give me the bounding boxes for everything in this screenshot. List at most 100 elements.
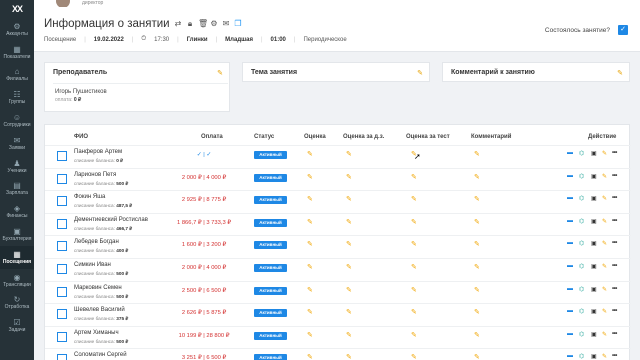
- student-name[interactable]: Марковин Семен: [74, 285, 122, 291]
- sidebar-item[interactable]: ♟ Ученики: [0, 155, 34, 178]
- paperclip-icon[interactable]: ⌬: [579, 353, 584, 360]
- col-header-comment[interactable]: Комментарий: [471, 134, 511, 140]
- more-icon[interactable]: •••: [612, 308, 617, 314]
- pencil-icon[interactable]: ✎: [346, 195, 352, 203]
- pencil-icon[interactable]: ✎: [307, 173, 313, 181]
- card-icon[interactable]: ▬: [567, 195, 573, 201]
- pencil-icon[interactable]: ✎: [474, 263, 480, 271]
- more-icon[interactable]: •••: [612, 218, 617, 224]
- pencil-icon[interactable]: ✎: [602, 331, 607, 338]
- student-name[interactable]: Симкин Иван: [74, 262, 111, 268]
- pencil-icon[interactable]: ✎: [411, 173, 417, 181]
- pencil-icon[interactable]: ✎: [307, 218, 313, 226]
- student-name[interactable]: Фокин Яша: [74, 194, 105, 200]
- pencil-icon[interactable]: ✎: [307, 240, 313, 248]
- message-icon[interactable]: ▣: [591, 308, 597, 315]
- col-header-name[interactable]: ФИО: [74, 134, 88, 140]
- paperclip-icon[interactable]: ⌬: [579, 286, 584, 293]
- pencil-icon[interactable]: ✎: [346, 218, 352, 226]
- pencil-icon[interactable]: ✎: [411, 353, 417, 360]
- col-header-payment[interactable]: Оплата: [201, 134, 223, 140]
- gear-icon[interactable]: ⚙: [210, 19, 218, 29]
- pencil-icon[interactable]: ✎: [602, 195, 607, 202]
- message-icon[interactable]: ▣: [591, 173, 597, 180]
- row-checkbox[interactable]: [57, 241, 67, 252]
- row-checkbox[interactable]: [57, 151, 67, 161]
- card-icon[interactable]: ▬: [567, 150, 573, 156]
- pencil-icon[interactable]: ✎: [307, 331, 313, 339]
- pencil-icon[interactable]: ✎: [417, 69, 423, 77]
- paperclip-icon[interactable]: ⌬: [579, 308, 584, 315]
- pencil-icon[interactable]: ✎: [474, 173, 480, 181]
- sidebar-item[interactable]: ☷ Группы: [0, 86, 34, 109]
- more-icon[interactable]: •••: [612, 195, 617, 201]
- row-checkbox[interactable]: [57, 286, 67, 297]
- pencil-icon[interactable]: ✎: [346, 150, 352, 158]
- sidebar-item[interactable]: ⌂ Филиалы: [0, 64, 34, 87]
- paperclip-icon[interactable]: ⌬: [579, 173, 584, 180]
- more-icon[interactable]: •••: [612, 173, 617, 179]
- pencil-icon[interactable]: ✎: [307, 353, 313, 360]
- transfer-icon[interactable]: ⇄: [174, 19, 182, 29]
- pencil-icon[interactable]: ✎: [346, 331, 352, 339]
- pencil-icon[interactable]: ✎: [474, 195, 480, 203]
- pencil-icon[interactable]: ✎: [411, 331, 417, 339]
- pencil-icon[interactable]: ✎: [411, 286, 417, 294]
- card-icon[interactable]: ▬: [567, 308, 573, 314]
- pencil-icon[interactable]: ✎: [617, 69, 623, 77]
- message-icon[interactable]: ▣: [591, 286, 597, 293]
- more-icon[interactable]: •••: [612, 263, 617, 269]
- pencil-icon[interactable]: ✎: [217, 69, 223, 77]
- app-logo[interactable]: XX: [0, 0, 34, 18]
- sidebar-item[interactable]: ↻ Отработка: [0, 292, 34, 315]
- sidebar-item[interactable]: ▦ Посещения: [0, 245, 34, 269]
- pencil-icon[interactable]: ✎: [307, 263, 313, 271]
- lock-icon[interactable]: 🔒︎: [186, 19, 194, 29]
- sidebar-item[interactable]: ◈ Финансы: [0, 200, 34, 223]
- pencil-icon[interactable]: ✎: [602, 150, 607, 157]
- pencil-icon[interactable]: ✎: [411, 218, 417, 226]
- occurred-checkbox[interactable]: ✓: [618, 25, 628, 35]
- paperclip-icon[interactable]: ⌬: [579, 195, 584, 202]
- pencil-icon[interactable]: ✎: [474, 308, 480, 316]
- more-icon[interactable]: •••: [612, 150, 617, 156]
- row-checkbox[interactable]: [57, 218, 67, 229]
- message-icon[interactable]: ▣: [591, 353, 597, 360]
- message-icon[interactable]: ▣: [591, 331, 597, 338]
- pencil-icon[interactable]: ✎: [346, 308, 352, 316]
- col-header-grade-test[interactable]: Оценка за тест: [406, 134, 450, 140]
- card-icon[interactable]: ▬: [567, 286, 573, 292]
- trash-icon[interactable]: 🗑︎: [198, 19, 208, 29]
- sidebar-item[interactable]: ▣ Бухгалтерия: [0, 223, 34, 246]
- pencil-icon[interactable]: ✎: [346, 286, 352, 294]
- sidebar-item[interactable]: ⚙ Аккаунты: [0, 18, 34, 41]
- pencil-icon[interactable]: ✎: [346, 263, 352, 271]
- paperclip-icon[interactable]: ⌬: [579, 240, 584, 247]
- message-icon[interactable]: ▣: [591, 195, 597, 202]
- more-icon[interactable]: •••: [612, 331, 617, 337]
- pencil-icon[interactable]: ✎: [411, 195, 417, 203]
- row-checkbox[interactable]: [57, 264, 67, 274]
- message-icon[interactable]: ▣: [591, 218, 597, 225]
- sidebar-item[interactable]: ▦ Показатели: [0, 41, 34, 64]
- paperclip-icon[interactable]: ⌬: [579, 150, 584, 157]
- pencil-icon[interactable]: ✎: [474, 150, 480, 158]
- message-icon[interactable]: ▣: [591, 263, 597, 270]
- row-checkbox[interactable]: [57, 331, 67, 342]
- col-header-grade[interactable]: Оценка: [304, 134, 326, 140]
- pencil-icon[interactable]: ✎: [602, 173, 607, 180]
- student-name[interactable]: Соломатин Сергей: [74, 352, 127, 358]
- sidebar-item[interactable]: ◉ Трансляции: [0, 269, 34, 292]
- pencil-icon[interactable]: ✎: [346, 173, 352, 181]
- pencil-icon[interactable]: ✎: [474, 218, 480, 226]
- pencil-icon[interactable]: ✎: [474, 353, 480, 360]
- paperclip-icon[interactable]: ⌬: [579, 331, 584, 338]
- pencil-icon[interactable]: ✎: [346, 240, 352, 248]
- row-checkbox[interactable]: [57, 173, 67, 184]
- card-icon[interactable]: ▬: [567, 240, 573, 246]
- pencil-icon[interactable]: ✎: [346, 353, 352, 360]
- pencil-icon[interactable]: ✎: [307, 150, 313, 158]
- sidebar-item[interactable]: ☺ Сотрудники: [0, 109, 34, 132]
- pencil-icon[interactable]: ✎: [474, 331, 480, 339]
- col-header-status[interactable]: Статус: [254, 134, 274, 140]
